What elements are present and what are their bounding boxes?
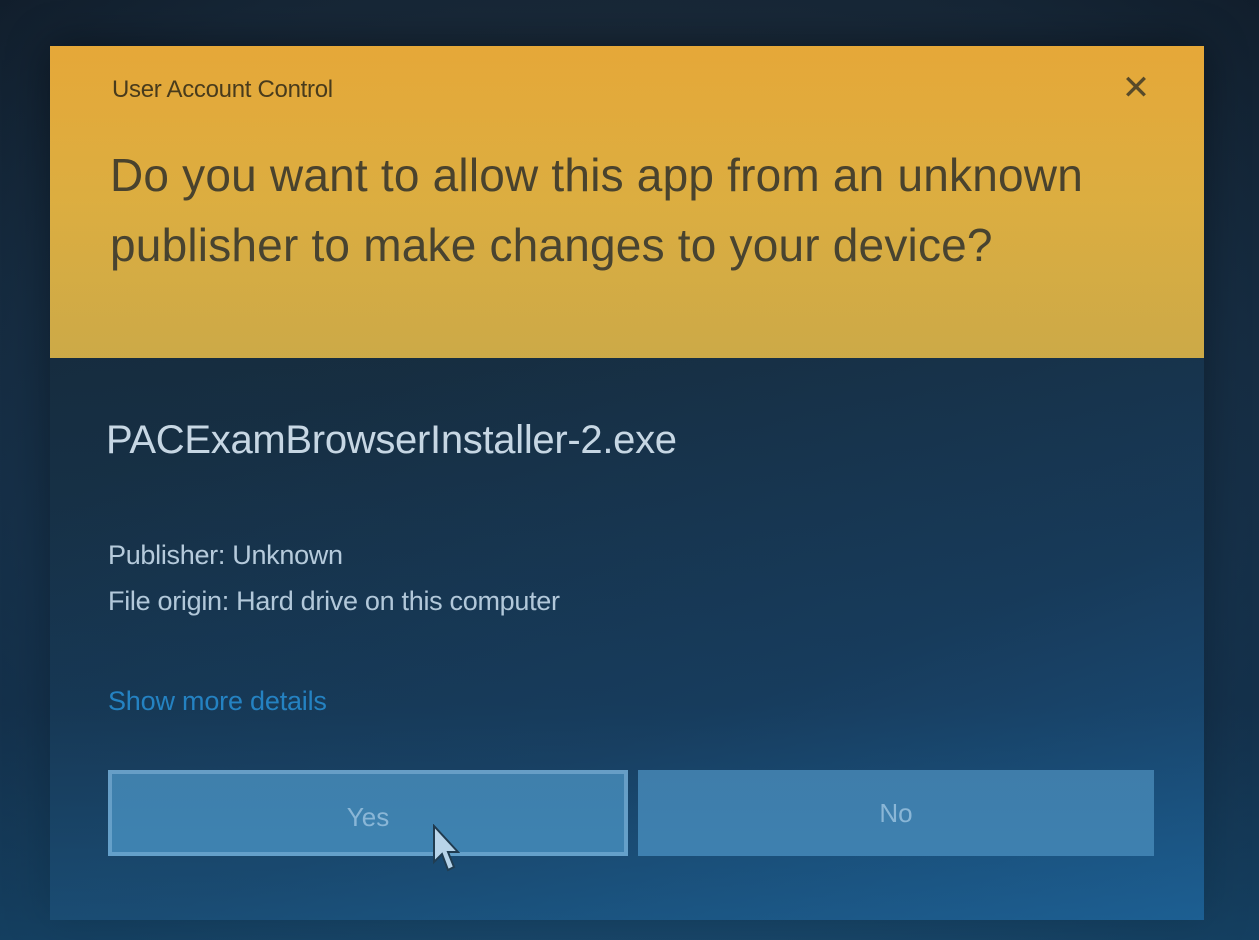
show-more-details-link[interactable]: Show more details <box>108 686 327 717</box>
close-button[interactable]: ✕ <box>1114 66 1158 110</box>
close-icon: ✕ <box>1121 69 1151 107</box>
dialog-header: User Account Control ✕ Do you want to al… <box>50 46 1204 358</box>
uac-dialog: User Account Control ✕ Do you want to al… <box>50 46 1204 920</box>
yes-button[interactable]: Yes <box>108 770 628 856</box>
publisher-info: Publisher: Unknown <box>108 540 343 570</box>
mouse-pointer-icon <box>433 824 460 872</box>
file-origin-info: File origin: Hard drive on this computer <box>108 586 560 616</box>
no-button[interactable]: No <box>638 770 1154 856</box>
app-name: PACExamBrowserInstaller-2.exe <box>106 418 677 462</box>
dialog-title: User Account Control <box>112 76 333 103</box>
permission-question: Do you want to allow this app from an un… <box>110 149 1083 271</box>
